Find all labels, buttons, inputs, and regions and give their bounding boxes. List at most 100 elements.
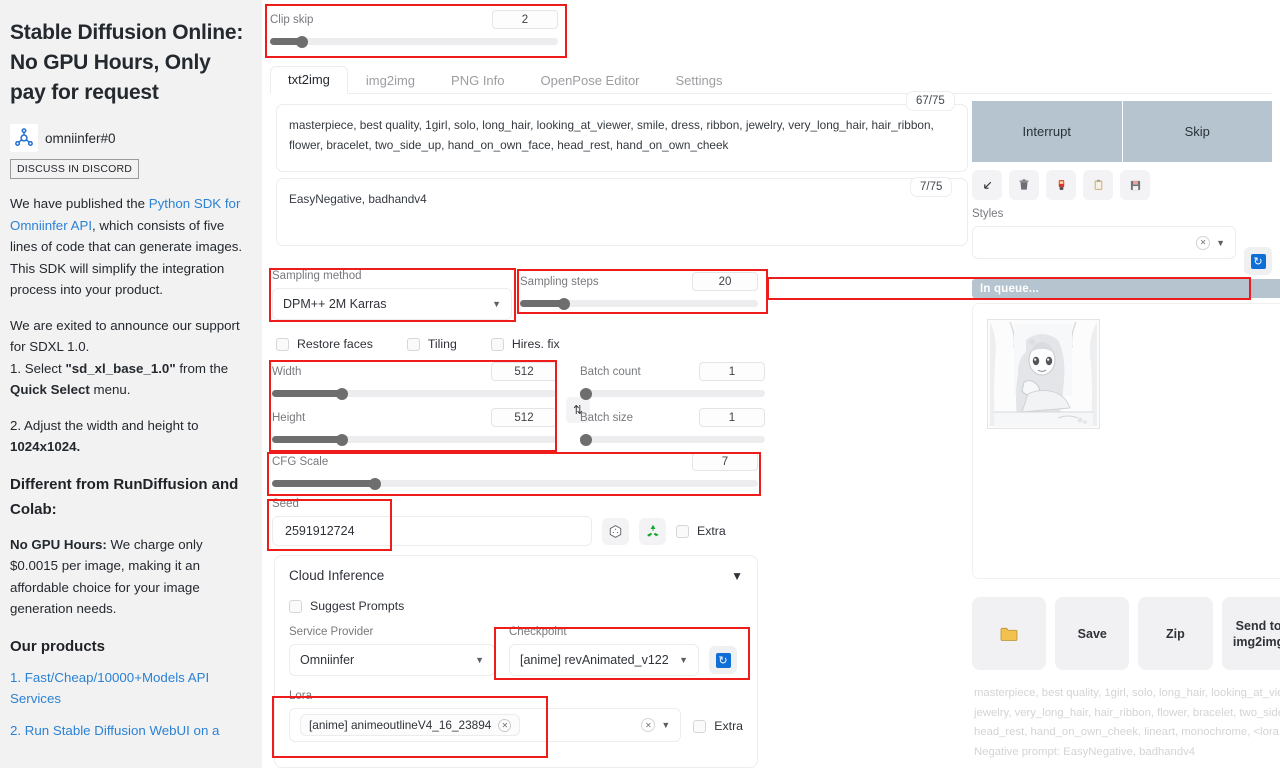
generated-anime-lineart-thumbnail[interactable] [987,319,1100,429]
seed-extra-checkbox[interactable] [676,524,689,538]
suggest-prompts-checkbox[interactable] [289,599,302,613]
app-root: Stable Diffusion Online: No GPU Hours, O… [0,0,1280,768]
service-provider-select[interactable]: Omniinfer ▼ [289,644,495,676]
tool-icon-row [972,170,1150,200]
paintbrush-icon[interactable] [1046,170,1076,200]
service-provider-control: Service Provider Omniinfer ▼ [289,626,495,676]
seed-input[interactable]: 2591912724 [272,516,592,546]
lora-chip-label: [anime] animeoutlineV4_16_23894 [309,718,492,732]
trash-icon[interactable] [1009,170,1039,200]
suggest-prompts-label: Suggest Prompts [310,599,405,613]
lora-select[interactable]: [anime] animeoutlineV4_16_23894 ✕ ✕ ▼ [289,708,682,742]
width-value[interactable]: 512 [491,362,557,381]
batch-control: Batch count 1 Batch size 1 [580,362,765,446]
height-value[interactable]: 512 [491,408,557,427]
styles-select[interactable]: ✕ ▼ [972,226,1236,259]
seed-extra-toggle[interactable]: Extra [676,524,726,538]
lora-chip[interactable]: [anime] animeoutlineV4_16_23894 ✕ [300,714,521,736]
height-slider[interactable] [272,433,557,446]
negative-prompt-token-counter: 7/75 [910,177,953,197]
toggles-row: Restore faces Tiling Hires. fix [276,337,560,351]
service-provider-label: Service Provider [289,626,374,638]
batch-count-slider[interactable] [580,387,765,400]
checkpoint-refresh-button[interactable]: ↻ [709,646,737,674]
lora-extra-checkbox[interactable] [693,719,707,733]
info-line-2: jewelry, very_long_hair, hair_ribbon, fl… [974,706,1280,719]
right-panel: Interrupt Skip Styles ✕ ▼ ↻ In queue... … [962,0,1280,768]
checkpoint-select[interactable]: [anime] revAnimated_v122 ▼ [509,644,699,676]
tiling-checkbox[interactable] [406,337,420,351]
sampling-steps-value[interactable]: 20 [692,272,758,291]
discuss-in-discord-button[interactable]: DISCUSS IN DISCORD [10,159,140,179]
hires-fix-toggle[interactable]: Hires. fix [490,337,560,351]
interrupt-skip-row: Interrupt Skip [972,101,1272,162]
positive-prompt-token-counter: 67/75 [906,91,955,111]
tiling-label: Tiling [427,337,457,351]
skip-button[interactable]: Skip [1122,101,1272,162]
cfg-scale-label: CFG Scale [272,455,329,468]
suggest-prompts-toggle[interactable]: Suggest Prompts [289,599,743,613]
chevron-down-icon: ▼ [661,720,671,730]
sdk-paragraph: We have published the Python SDK for Omn… [10,193,246,301]
triangle-down-icon[interactable]: ▼ [731,569,743,583]
batch-size-slider[interactable] [580,433,765,446]
styles-refresh-button[interactable]: ↻ [1244,247,1272,275]
omniinfer-logo-icon [10,124,38,152]
no-gpu-paragraph: No GPU Hours: We charge only $0.0015 per… [10,534,246,620]
interrupt-button[interactable]: Interrupt [972,101,1123,162]
sampling-method-control: Sampling method DPM++ 2M Karras ▼ [272,270,512,320]
sampling-steps-slider[interactable] [520,297,758,310]
batch-count-value[interactable]: 1 [699,362,765,381]
save-button[interactable]: Save [1055,597,1130,670]
restore-faces-checkbox[interactable] [276,337,289,351]
send-to-img2img-button[interactable]: Send to img2img [1221,597,1280,670]
clear-x-icon[interactable]: ✕ [1196,235,1211,250]
sampling-method-select[interactable]: DPM++ 2M Karras ▼ [272,288,512,320]
seed-extra-label: Extra [697,524,726,538]
hires-fix-checkbox[interactable] [490,337,504,351]
tab-png-info[interactable]: PNG Info [433,67,522,94]
user-row: omniinfer#0 [10,124,246,152]
clipboard-icon[interactable] [1083,170,1113,200]
floppy-save-icon[interactable] [1120,170,1150,200]
clip-skip-slider[interactable] [270,35,558,48]
checkpoint-control: Checkpoint [anime] revAnimated_v122 ▼ ↻ [509,626,739,676]
dimensions-control: Width 512 Height 512 [272,362,557,446]
lora-extra-toggle[interactable]: Extra [693,719,743,742]
product-link-1[interactable]: 1. Fast/Cheap/10000+Models API Services [10,670,209,707]
arrow-down-left-icon[interactable] [972,170,1002,200]
negative-prompt-input[interactable]: EasyNegative, badhandv4 [276,178,968,246]
zip-button[interactable]: Zip [1138,597,1213,670]
dice-icon[interactable] [602,517,629,545]
positive-prompt-input[interactable]: masterpiece, best quality, 1girl, solo, … [276,104,968,172]
cfg-scale-slider[interactable] [272,477,758,490]
tiling-toggle[interactable]: Tiling [406,337,457,351]
cloud-inference-title: Cloud Inference [289,568,385,583]
tab-openpose-editor[interactable]: OpenPose Editor [523,67,658,94]
tab-settings[interactable]: Settings [658,67,741,94]
product-link-2[interactable]: 2. Run Stable Diffusion WebUI on a [10,723,219,738]
info-line-1: masterpiece, best quality, 1girl, solo, … [974,687,1280,699]
cloud-inference-header[interactable]: Cloud Inference ▼ [289,568,743,583]
cfg-scale-value[interactable]: 7 [692,452,758,471]
restore-faces-toggle[interactable]: Restore faces [276,337,373,351]
chevron-down-icon: ▼ [679,655,688,665]
tab-img2img[interactable]: img2img [348,67,433,94]
quick-select-label: Quick Select [10,382,90,397]
clip-skip-control: Clip skip 2 [264,6,564,54]
batch-size-value[interactable]: 1 [699,408,765,427]
clear-x-icon[interactable]: ✕ [641,718,656,732]
sampling-method-value: DPM++ 2M Karras [283,297,387,311]
refresh-icon: ↻ [715,652,731,668]
chevron-down-icon: ▼ [475,655,484,665]
lora-control: Lora [anime] animeoutlineV4_16_23894 ✕ ✕… [289,690,682,742]
recycle-icon[interactable] [639,517,666,545]
resolution-text: 2. Adjust the width and height to [10,417,199,433]
clip-skip-value[interactable]: 2 [492,10,558,29]
folder-button[interactable] [972,597,1047,670]
close-icon[interactable]: ✕ [498,718,512,732]
width-slider[interactable] [272,387,557,400]
tab-txt2img[interactable]: txt2img [270,66,348,94]
resolution-value: 1024x1024. [10,439,81,454]
sdxl-paragraph: We are exited to announce our support fo… [10,315,246,401]
